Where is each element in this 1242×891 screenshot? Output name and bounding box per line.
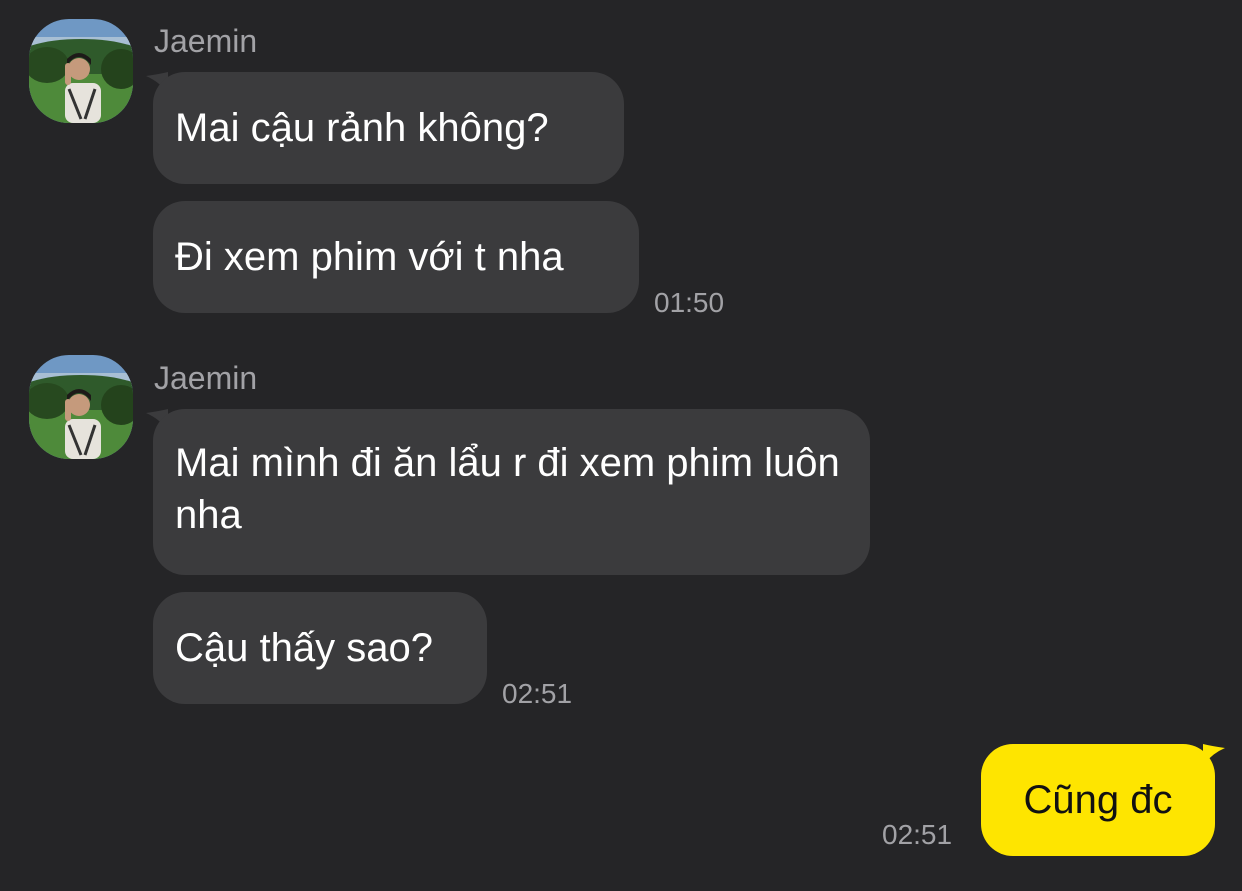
message-text: Cũng đc (1023, 778, 1173, 822)
outgoing-message-bubble[interactable]: Cũng đc (981, 744, 1215, 856)
message-time: 01:50 (654, 287, 725, 318)
sender-name: Jaemin (154, 23, 258, 59)
message-time: 02:51 (502, 678, 573, 709)
bubble-tail (1203, 744, 1225, 766)
message-bubble[interactable]: Cậu thấy sao? (153, 592, 487, 704)
sender-name: Jaemin (154, 360, 258, 396)
message-text: Cậu thấy sao? (175, 626, 433, 670)
message-bubble[interactable]: Mai cậu rảnh không? (153, 72, 624, 184)
message-bubble[interactable]: Mai mình đi ăn lẩu r đi xem phim luôn nh… (153, 409, 870, 575)
message-bubble[interactable]: Đi xem phim với t nha (153, 201, 639, 313)
message-text: Mai cậu rảnh không? (175, 106, 549, 150)
message-text: Mai mình đi ăn lẩu r đi xem phim luôn nh… (175, 441, 840, 537)
message-text: Đi xem phim với t nha (175, 235, 564, 279)
sender-avatar[interactable] (29, 355, 133, 459)
message-time: 02:51 (882, 819, 953, 850)
sender-avatar[interactable] (29, 19, 133, 123)
